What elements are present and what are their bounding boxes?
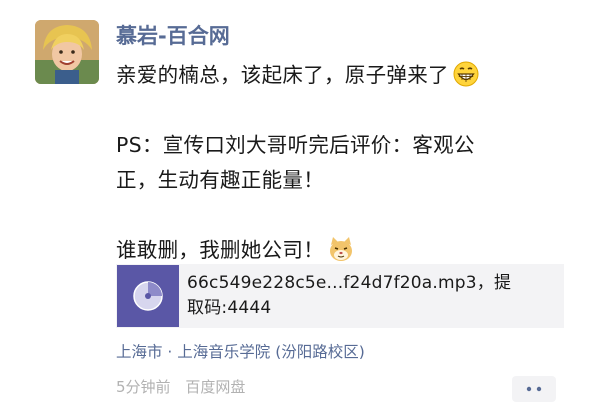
post-line-text: 谁敢删，我删她公司！ [116, 238, 324, 262]
post-content: 慕岩-百合网 亲爱的楠总，该起床了，原子弹来了 PS：宣传口刘大哥听完后评价：客… [116, 22, 586, 268]
post-line: PS：宣传口刘大哥听完后评价：客观公 [116, 133, 475, 157]
post-line: 亲爱的楠总，该起床了，原子弹来了 [116, 58, 586, 93]
author-name[interactable]: 慕岩-百合网 [116, 22, 586, 50]
more-dots-icon [526, 386, 542, 392]
post-line: 正，生动有趣正能量！ [116, 168, 324, 192]
location-link[interactable]: 上海市 · 上海音乐学院 (汾阳路校区) [116, 341, 365, 363]
post-line-text: 亲爱的楠总，该起床了，原子弹来了 [116, 63, 449, 87]
attachment-card[interactable]: 66c549e228c5e...f24d7f20a.mp3，提 取码:4444 [116, 264, 564, 328]
post-line: 谁敢删，我删她公司！ [116, 233, 586, 268]
post-text: 亲爱的楠总，该起床了，原子弹来了 PS：宣传口刘大哥听完后评价：客观公 正，生动… [116, 58, 586, 268]
post-time: 5分钟前 [116, 378, 171, 396]
moments-post: 慕岩-百合网 亲爱的楠总，该起床了，原子弹来了 PS：宣传口刘大哥听完后评价：客… [0, 0, 600, 415]
cat-face-icon [328, 236, 354, 262]
more-button[interactable] [512, 376, 556, 402]
grinning-face-icon [453, 61, 479, 87]
attachment-text: 66c549e228c5e...f24d7f20a.mp3，提 取码:4444 [187, 271, 511, 321]
music-file-icon [117, 265, 179, 327]
post-meta: 5分钟前 百度网盘 [116, 376, 245, 398]
post-source[interactable]: 百度网盘 [185, 378, 245, 396]
attachment-code: 取码:4444 [187, 298, 272, 318]
avatar[interactable] [35, 20, 99, 84]
attachment-filename: 66c549e228c5e...f24d7f20a.mp3，提 [187, 273, 512, 293]
